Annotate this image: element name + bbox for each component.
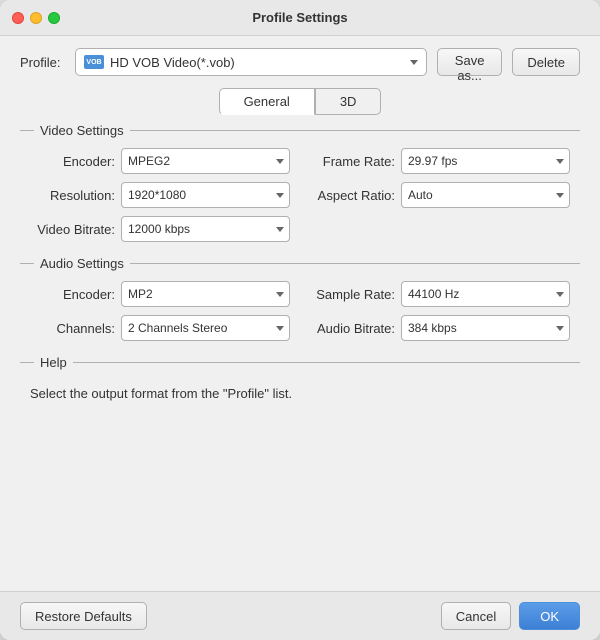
maximize-button[interactable] xyxy=(48,12,60,24)
frame-rate-select-wrapper: 29.97 fps 25 fps 23.97 fps xyxy=(401,148,570,174)
video-bitrate-label: Video Bitrate: xyxy=(30,222,115,237)
channels-field-row: Channels: 2 Channels Stereo 1 Channel Mo… xyxy=(30,315,290,341)
section-line-right xyxy=(130,130,580,131)
sample-rate-label: Sample Rate: xyxy=(310,287,395,302)
video-bitrate-select[interactable]: 12000 kbps 8000 kbps 6000 kbps xyxy=(121,216,290,242)
tab-general[interactable]: General xyxy=(219,88,315,115)
video-settings-section: Video Settings Encoder: MPEG2 MPEG4 H.26… xyxy=(20,123,580,242)
aspect-ratio-field-row: Aspect Ratio: Auto 4:3 16:9 xyxy=(310,182,570,208)
resolution-select[interactable]: 1920*1080 1280*720 720*480 xyxy=(121,182,290,208)
help-text: Select the output format from the "Profi… xyxy=(20,380,580,407)
sample-rate-select[interactable]: 44100 Hz 48000 Hz 22050 Hz xyxy=(401,281,570,307)
encoder-field-row: Encoder: MPEG2 MPEG4 H.264 xyxy=(30,148,290,174)
help-section-line-left xyxy=(20,362,34,363)
bottom-bar: Restore Defaults Cancel OK xyxy=(0,591,600,640)
channels-select-wrapper: 2 Channels Stereo 1 Channel Mono 6 Chann… xyxy=(121,315,290,341)
cancel-button[interactable]: Cancel xyxy=(441,602,511,630)
help-section: Help Select the output format from the "… xyxy=(20,355,580,565)
help-title: Help xyxy=(40,355,67,370)
audio-section-line-right xyxy=(130,263,580,264)
save-as-button[interactable]: Save as... xyxy=(437,48,503,76)
audio-bitrate-select[interactable]: 384 kbps 256 kbps 128 kbps xyxy=(401,315,570,341)
encoder-label: Encoder: xyxy=(30,154,115,169)
delete-button[interactable]: Delete xyxy=(512,48,580,76)
audio-encoder-label: Encoder: xyxy=(30,287,115,302)
window-title: Profile Settings xyxy=(252,10,347,25)
traffic-lights xyxy=(12,12,60,24)
audio-encoder-select[interactable]: MP2 MP3 AAC xyxy=(121,281,290,307)
title-bar: Profile Settings xyxy=(0,0,600,36)
resolution-field-row: Resolution: 1920*1080 1280*720 720*480 xyxy=(30,182,290,208)
help-header: Help xyxy=(20,355,580,370)
profile-select[interactable]: VOB HD VOB Video(*.vob) xyxy=(75,48,427,76)
audio-settings-title: Audio Settings xyxy=(40,256,124,271)
video-settings-title: Video Settings xyxy=(40,123,124,138)
aspect-ratio-label: Aspect Ratio: xyxy=(310,188,395,203)
video-settings-header: Video Settings xyxy=(20,123,580,138)
section-line-left xyxy=(20,130,34,131)
audio-bitrate-label: Audio Bitrate: xyxy=(310,321,395,336)
frame-rate-select[interactable]: 29.97 fps 25 fps 23.97 fps xyxy=(401,148,570,174)
frame-rate-label: Frame Rate: xyxy=(310,154,395,169)
frame-rate-field-row: Frame Rate: 29.97 fps 25 fps 23.97 fps xyxy=(310,148,570,174)
channels-select[interactable]: 2 Channels Stereo 1 Channel Mono 6 Chann… xyxy=(121,315,290,341)
tab-3d[interactable]: 3D xyxy=(315,88,382,115)
audio-settings-section: Audio Settings Encoder: MP2 MP3 AAC xyxy=(20,256,580,341)
video-bitrate-select-wrapper: 12000 kbps 8000 kbps 6000 kbps xyxy=(121,216,290,242)
audio-section-line-left xyxy=(20,263,34,264)
ok-button[interactable]: OK xyxy=(519,602,580,630)
audio-bitrate-select-wrapper: 384 kbps 256 kbps 128 kbps xyxy=(401,315,570,341)
encoder-select-wrapper: MPEG2 MPEG4 H.264 xyxy=(121,148,290,174)
sample-rate-field-row: Sample Rate: 44100 Hz 48000 Hz 22050 Hz xyxy=(310,281,570,307)
audio-bitrate-field-row: Audio Bitrate: 384 kbps 256 kbps 128 kbp… xyxy=(310,315,570,341)
restore-defaults-button[interactable]: Restore Defaults xyxy=(20,602,147,630)
channels-label: Channels: xyxy=(30,321,115,336)
encoder-select[interactable]: MPEG2 MPEG4 H.264 xyxy=(121,148,290,174)
video-fields-grid: Encoder: MPEG2 MPEG4 H.264 Frame Rate: xyxy=(20,148,580,242)
tabs-row: General 3D xyxy=(20,88,580,115)
resolution-label: Resolution: xyxy=(30,188,115,203)
right-buttons: Cancel OK xyxy=(441,602,580,630)
sample-rate-select-wrapper: 44100 Hz 48000 Hz 22050 Hz xyxy=(401,281,570,307)
audio-encoder-select-wrapper: MP2 MP3 AAC xyxy=(121,281,290,307)
minimize-button[interactable] xyxy=(30,12,42,24)
audio-fields-grid: Encoder: MP2 MP3 AAC Sample Rate: xyxy=(20,281,580,341)
main-window: Profile Settings Profile: VOB HD VOB Vid… xyxy=(0,0,600,640)
profile-select-text: HD VOB Video(*.vob) xyxy=(110,55,406,70)
chevron-down-icon xyxy=(410,60,418,65)
aspect-ratio-select[interactable]: Auto 4:3 16:9 xyxy=(401,182,570,208)
audio-settings-header: Audio Settings xyxy=(20,256,580,271)
aspect-ratio-select-wrapper: Auto 4:3 16:9 xyxy=(401,182,570,208)
vob-icon: VOB xyxy=(84,55,104,69)
help-section-line-right xyxy=(73,362,580,363)
close-button[interactable] xyxy=(12,12,24,24)
resolution-select-wrapper: 1920*1080 1280*720 720*480 xyxy=(121,182,290,208)
profile-label: Profile: xyxy=(20,55,65,70)
video-bitrate-field-row: Video Bitrate: 12000 kbps 8000 kbps 6000… xyxy=(30,216,290,242)
audio-encoder-field-row: Encoder: MP2 MP3 AAC xyxy=(30,281,290,307)
content-area: Profile: VOB HD VOB Video(*.vob) Save as… xyxy=(0,36,600,591)
profile-row: Profile: VOB HD VOB Video(*.vob) Save as… xyxy=(20,48,580,76)
